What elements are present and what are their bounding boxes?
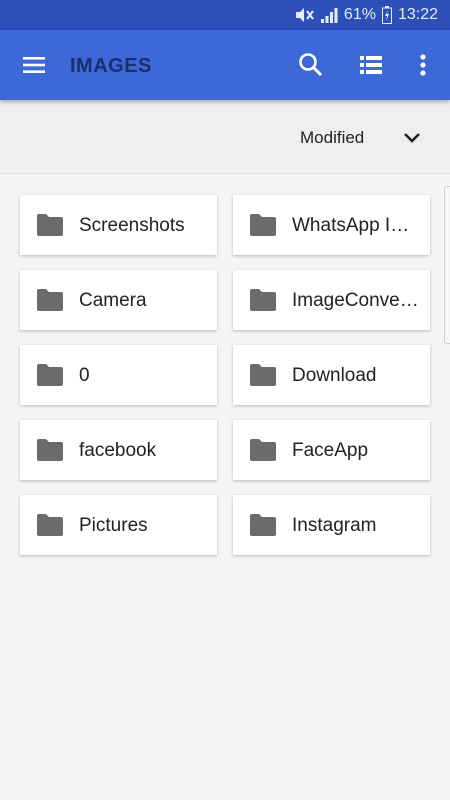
status-bar: 61% 13:22 — [0, 0, 450, 30]
folder-label: Download — [292, 365, 377, 386]
folder-card[interactable]: Instagram — [233, 495, 430, 555]
list-view-icon[interactable] — [356, 50, 386, 80]
folder-card[interactable]: Screenshots — [20, 195, 217, 255]
folder-card[interactable]: facebook — [20, 420, 217, 480]
battery-percent: 61% — [343, 6, 376, 23]
scroll-handle[interactable] — [444, 186, 450, 344]
chevron-down-icon[interactable] — [400, 126, 424, 150]
folder-icon — [250, 364, 276, 386]
folder-icon — [37, 364, 63, 386]
app-bar: IMAGES — [0, 30, 450, 100]
menu-icon[interactable] — [18, 51, 52, 79]
folder-label: 0 — [79, 365, 90, 386]
folder-label: WhatsApp Images — [292, 215, 420, 236]
folder-icon — [250, 514, 276, 536]
folder-label: ImageConverter — [292, 290, 420, 311]
folder-icon — [37, 289, 63, 311]
folder-icon — [250, 439, 276, 461]
folder-card[interactable]: FaceApp — [233, 420, 430, 480]
signal-icon — [320, 7, 338, 23]
battery-icon — [381, 6, 392, 24]
folder-label: Instagram — [292, 515, 377, 536]
folder-card[interactable]: Pictures — [20, 495, 217, 555]
sort-bar: Modified — [0, 100, 450, 174]
folder-icon — [37, 439, 63, 461]
folder-label: facebook — [79, 440, 157, 461]
more-vert-icon[interactable] — [408, 50, 438, 80]
folder-card[interactable]: 0 — [20, 345, 217, 405]
folder-label: Pictures — [79, 515, 148, 536]
search-icon[interactable] — [296, 50, 326, 80]
folder-icon — [37, 514, 63, 536]
folder-card[interactable]: Camera — [20, 270, 217, 330]
sort-label[interactable]: Modified — [300, 128, 364, 148]
folder-card[interactable]: WhatsApp Images — [233, 195, 430, 255]
clock: 13:22 — [397, 6, 438, 23]
folder-label: FaceApp — [292, 440, 369, 461]
folder-icon — [250, 289, 276, 311]
mute-icon — [294, 6, 314, 24]
folder-label: Camera — [79, 290, 147, 311]
folder-card[interactable]: Download — [233, 345, 430, 405]
folder-icon — [37, 214, 63, 236]
folder-label: Screenshots — [79, 215, 185, 236]
folder-card[interactable]: ImageConverter — [233, 270, 430, 330]
page-title: IMAGES — [70, 55, 152, 77]
folder-icon — [250, 214, 276, 236]
